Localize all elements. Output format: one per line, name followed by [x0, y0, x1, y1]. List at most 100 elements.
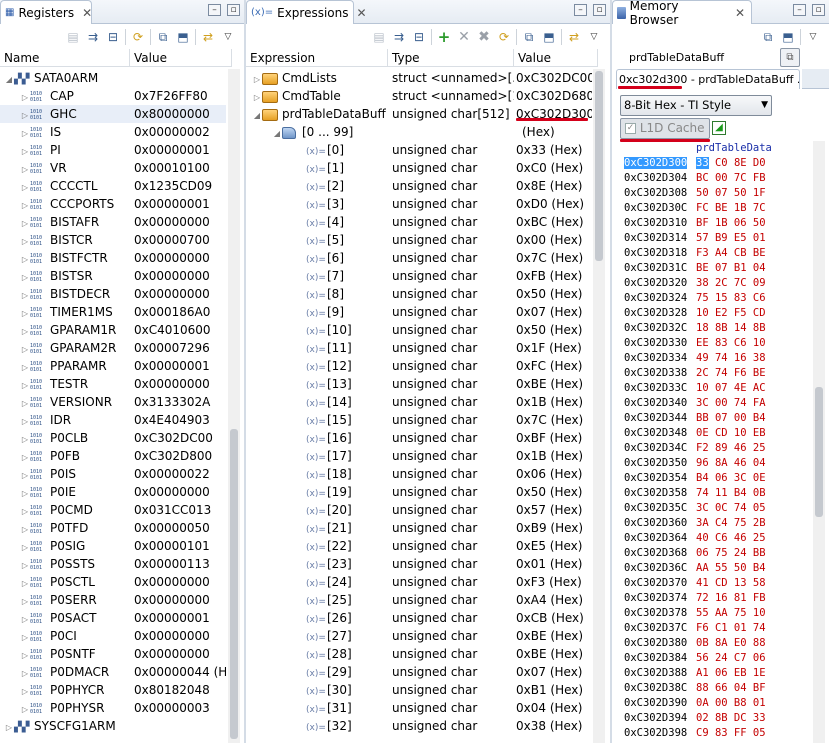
memory-bytes[interactable]: 0E CD 10 EB	[696, 426, 766, 441]
memory-bytes[interactable]: 2C 74 F6 BE	[696, 366, 766, 381]
element-value[interactable]: 0x7C (Hex)	[516, 413, 583, 427]
array-element-row[interactable]: (x)=[14] unsigned char 0x1B (Hex)	[246, 393, 592, 411]
register-row[interactable]: ▷ 1010 0101 PPARAMR 0x00000001	[0, 357, 226, 375]
element-value[interactable]: 0xBE (Hex)	[516, 377, 583, 391]
expression-row[interactable]: ▷ CmdTable struct <unnamed>[1] 0xC302D680	[246, 87, 592, 105]
memory-bytes[interactable]: 38 2C 7C 09	[696, 276, 766, 291]
go-button[interactable]: ⧉	[780, 48, 800, 67]
element-value[interactable]: 0xF3 (Hex)	[516, 575, 582, 589]
collapsed-arrow-icon[interactable]: ▷	[20, 575, 30, 591]
array-element-row[interactable]: (x)=[25] unsigned char 0xA4 (Hex)	[246, 591, 592, 609]
tab-memory-browser[interactable]: Memory Browser ✕	[612, 0, 752, 27]
memory-scrollbar[interactable]	[813, 141, 825, 743]
collapsed-arrow-icon[interactable]: ▷	[20, 179, 30, 195]
collapsed-arrow-icon[interactable]: ▷	[20, 215, 30, 231]
refresh-icon[interactable]: ⟳	[130, 29, 146, 45]
array-element-row[interactable]: (x)=[3] unsigned char 0xD0 (Hex)	[246, 195, 592, 213]
memory-bytes[interactable]: 0B 8A E0 88	[696, 636, 766, 651]
expression-value[interactable]: 0xC302D680	[516, 89, 592, 103]
element-value[interactable]: 0x50 (Hex)	[516, 323, 582, 337]
collapsed-arrow-icon[interactable]: ▷	[20, 413, 30, 429]
minimize-button[interactable]: –	[574, 4, 587, 16]
array-element-row[interactable]: (x)=[16] unsigned char 0xBF (Hex)	[246, 429, 592, 447]
memory-row[interactable]: 0xC302D398 C9 83 FF 05	[612, 726, 817, 741]
register-value[interactable]: 0xC302DC00	[134, 431, 213, 445]
column-value[interactable]: Value	[130, 49, 232, 67]
memory-bytes[interactable]: 3C 0C 74 05	[696, 501, 766, 516]
register-value[interactable]: 0x00000000	[134, 485, 210, 499]
pin-icon[interactable]: ⬒	[541, 29, 557, 45]
collapsed-arrow-icon[interactable]: ▷	[20, 197, 30, 213]
register-value[interactable]: 0x7F26FF80	[134, 89, 208, 103]
register-row[interactable]: ▷10100101 P0DMACR 0x00000044 (H...	[0, 663, 226, 681]
register-value[interactable]: 0xC302D800	[134, 449, 212, 463]
memory-row[interactable]: 0xC302D380 0B 8A E0 88	[612, 636, 817, 651]
collapsed-arrow-icon[interactable]: ▷	[20, 467, 30, 483]
register-value[interactable]: 0x00000001	[134, 611, 210, 625]
grid-icon[interactable]: ▤	[371, 29, 387, 45]
l1d-cache-toggle[interactable]: ✓ L1D Cache	[620, 118, 710, 139]
memory-bytes[interactable]: 55 AA 75 10	[696, 606, 766, 621]
memory-bytes[interactable]: F3 A4 CB BE	[696, 246, 766, 261]
memory-row[interactable]: 0xC302D394 02 8B DC 33	[612, 711, 817, 726]
memory-row[interactable]: 0xC302D32C 18 8B 14 8B	[612, 321, 817, 336]
array-element-row[interactable]: (x)=[24] unsigned char 0xF3 (Hex)	[246, 573, 592, 591]
element-value[interactable]: 0xB1 (Hex)	[516, 683, 583, 697]
memory-row[interactable]: 0xC302D388 A1 06 EB 1E	[612, 666, 817, 681]
memory-row[interactable]: 0xC302D35C 3C 0C 74 05	[612, 501, 817, 516]
register-value[interactable]: 0x4E404903	[134, 413, 210, 427]
array-element-row[interactable]: (x)=[4] unsigned char 0xBC (Hex)	[246, 213, 592, 231]
register-value[interactable]: 0x3133302A	[134, 395, 210, 409]
register-group-row[interactable]: ▷ ▞▞ SYSCFG1ARM	[0, 717, 226, 735]
memory-bytes[interactable]: 40 C6 46 25	[696, 531, 766, 546]
maximize-button[interactable]: ▫	[812, 4, 825, 16]
expand-all-icon[interactable]: ⇉	[391, 29, 407, 45]
collapsed-arrow-icon[interactable]: ▷	[20, 629, 30, 645]
array-element-row[interactable]: (x)=[32] unsigned char 0x38 (Hex)	[246, 717, 592, 735]
memory-row[interactable]: 0xC302D328 10 E2 F5 CD	[612, 306, 817, 321]
array-element-row[interactable]: (x)=[23] unsigned char 0x01 (Hex)	[246, 555, 592, 573]
array-element-row[interactable]: (x)=[5] unsigned char 0x00 (Hex)	[246, 231, 592, 249]
tab-expressions[interactable]: (x)= Expressions ✕	[246, 0, 367, 24]
chart-icon[interactable]: ◢	[712, 121, 726, 135]
element-value[interactable]: 0x50 (Hex)	[516, 287, 582, 301]
array-element-row[interactable]: (x)=[11] unsigned char 0x1F (Hex)	[246, 339, 592, 357]
register-value[interactable]: 0x00000101	[134, 539, 210, 553]
memory-row[interactable]: 0xC302D354 B4 06 3C 0E	[612, 471, 817, 486]
memory-bytes[interactable]: BF 1B 06 50	[696, 216, 766, 231]
memory-byte-selected[interactable]: 33	[696, 157, 709, 169]
remove-expression-icon[interactable]: ✕	[456, 29, 472, 45]
close-icon[interactable]: ✕	[82, 6, 92, 20]
register-row[interactable]: ▷ 1010 0101 P0CLB 0xC302DC00	[0, 429, 226, 447]
element-value[interactable]: 0xBF (Hex)	[516, 431, 582, 445]
refresh-icon[interactable]: ⟳	[496, 29, 512, 45]
pin-icon[interactable]: ⬒	[780, 29, 796, 45]
register-value[interactable]: 0x00000000	[134, 629, 210, 643]
register-value[interactable]: 0x00000003	[134, 701, 210, 715]
memory-bytes[interactable]: 10 07 4E AC	[696, 381, 766, 396]
memory-bytes[interactable]: 50 07 50 1F	[696, 186, 766, 201]
array-element-row[interactable]: (x)=[8] unsigned char 0x50 (Hex)	[246, 285, 592, 303]
format-select[interactable]: 8-Bit Hex - TI Style ▼	[620, 95, 772, 116]
collapsed-arrow-icon[interactable]: ▷	[20, 701, 30, 717]
pin-icon[interactable]: ⬒	[175, 29, 191, 45]
array-element-row[interactable]: (x)=[12] unsigned char 0xFC (Hex)	[246, 357, 592, 375]
array-element-row[interactable]: (x)=[28] unsigned char 0xBE (Hex)	[246, 645, 592, 663]
register-row[interactable]: ▷ 1010 0101 P0SNTF 0x00000000	[0, 645, 226, 663]
memory-row[interactable]: 0xC302D384 56 24 C7 06	[612, 651, 817, 666]
register-row[interactable]: ▷ 1010 0101 BISTDECR 0x00000000	[0, 285, 226, 303]
element-value[interactable]: 0x33 (Hex)	[516, 143, 582, 157]
maximize-button[interactable]: ▫	[227, 4, 240, 16]
array-element-row[interactable]: (x)=[2] unsigned char 0x8E (Hex)	[246, 177, 592, 195]
register-value[interactable]: 0x00000050	[134, 521, 210, 535]
memory-row[interactable]: 0xC302D33C 10 07 4E AC	[612, 381, 817, 396]
register-row[interactable]: ▷ 1010 0101 GPARAM1R 0xC4010600	[0, 321, 226, 339]
collapsed-arrow-icon[interactable]: ▷	[20, 557, 30, 573]
array-element-row[interactable]: (x)=[6] unsigned char 0x7C (Hex)	[246, 249, 592, 267]
register-value[interactable]: 0x80000000	[134, 107, 210, 121]
element-value[interactable]: 0xE5 (Hex)	[516, 539, 582, 553]
collapsed-arrow-icon[interactable]: ▷	[20, 539, 30, 555]
address-input[interactable]	[626, 48, 770, 66]
collapsed-arrow-icon[interactable]: ▷	[20, 305, 30, 321]
register-row[interactable]: ▷ 1010 0101 IDR 0x4E404903	[0, 411, 226, 429]
